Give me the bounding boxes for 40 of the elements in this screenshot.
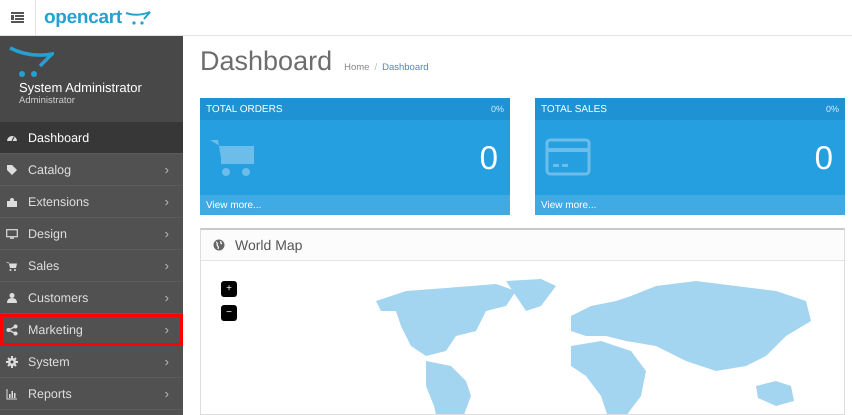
breadcrumb-separator: /	[374, 62, 378, 73]
breadcrumb-link[interactable]: Home	[344, 62, 370, 73]
zoom-out-button[interactable]: −	[221, 305, 237, 321]
chevron-icon: ›	[164, 258, 169, 273]
menu-item[interactable]: Dashboard	[0, 122, 183, 154]
chevron-icon: ›	[164, 194, 169, 209]
stat-value: 0	[814, 138, 833, 176]
share-icon	[6, 324, 18, 336]
globe-icon	[213, 239, 225, 251]
percent-label: 0%	[490, 104, 504, 114]
tag-icon	[6, 164, 18, 176]
menu-item[interactable]: Marketing ›	[0, 314, 183, 346]
user-icon	[6, 292, 18, 304]
puzzle-icon	[6, 196, 18, 208]
bar-chart-icon	[6, 388, 18, 400]
percent-label: 0%	[826, 104, 839, 114]
chevron-icon: ›	[164, 322, 169, 337]
stat-value: 0	[480, 138, 498, 176]
panel-title: World Map	[235, 237, 302, 253]
breadcrumb-link[interactable]: Dashboard	[382, 62, 429, 73]
user-role: Administrator	[19, 95, 76, 106]
logo-text[interactable]: opencart	[44, 6, 122, 28]
user-name: System Administrator	[19, 80, 143, 95]
tile-title: TOTAL ORDERS	[206, 104, 282, 114]
chevron-icon: ›	[164, 226, 169, 241]
page-title: Dashboard	[200, 46, 332, 77]
tile-title: TOTAL SALES	[541, 104, 607, 114]
gear-icon	[6, 356, 18, 368]
zoom-in-button[interactable]: +	[221, 281, 237, 297]
menu-icon	[11, 12, 24, 23]
chevron-icon: ›	[164, 290, 169, 305]
cart-icon	[210, 138, 256, 178]
cart-logo-icon	[8, 46, 54, 80]
credit-card-icon	[545, 138, 591, 178]
cart-icon	[6, 260, 18, 272]
chevron-icon: ›	[164, 162, 169, 177]
monitor-icon	[6, 228, 18, 240]
chevron-icon: ›	[164, 354, 169, 369]
cart-logo-icon	[124, 10, 151, 24]
chevron-icon: ›	[164, 386, 169, 401]
